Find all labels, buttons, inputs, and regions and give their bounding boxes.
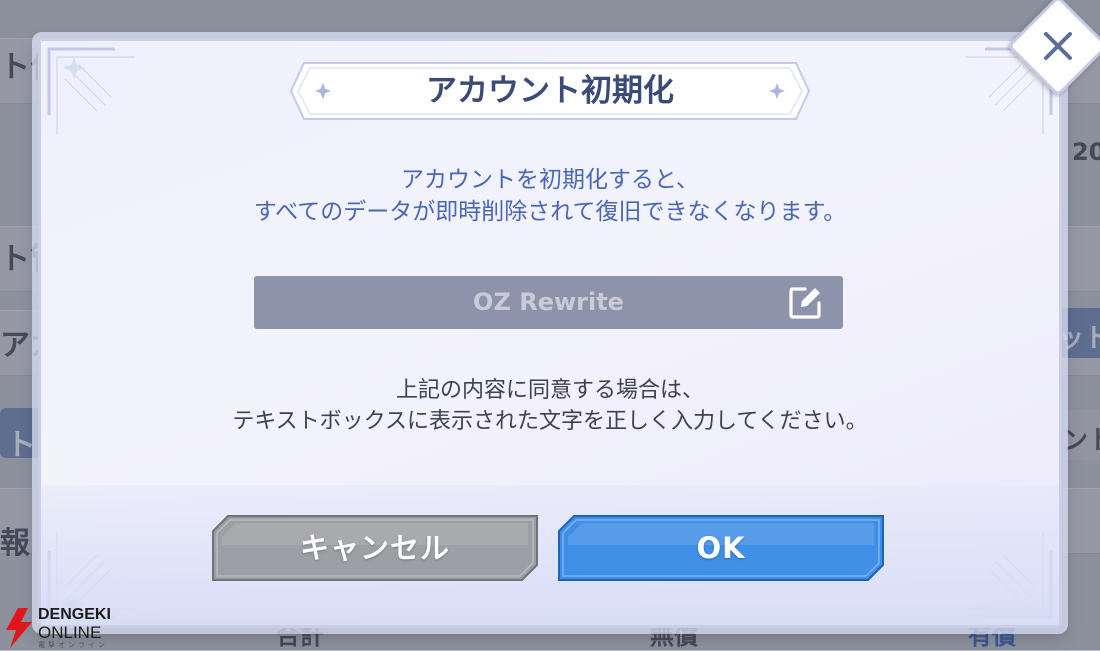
corner-ornament-icon <box>47 531 135 619</box>
instruction-line: テキストボックスに表示された文字を正しく入力してください。 <box>232 409 868 434</box>
instruction-line: 上記の内容に同意する場合は、 <box>395 378 704 403</box>
site-watermark: DENGEKI ONLINE 電撃オンライン <box>0 606 130 650</box>
warning-line: アカウントを初期化すると、 <box>400 167 700 193</box>
dialog-title: アカウント初期化 <box>426 73 674 109</box>
corner-ornament-icon <box>47 47 135 135</box>
watermark-line: ONLINE <box>38 623 102 642</box>
warning-message: アカウントを初期化すると、 すべてのデータが即時削除されて復旧できなくなります。 <box>0 164 1100 228</box>
corner-ornament-icon <box>965 531 1053 619</box>
cancel-button-label: キャンセル <box>299 531 450 565</box>
confirmation-text-field[interactable]: OZ Rewrite <box>254 276 843 329</box>
lightning-logo-icon <box>6 608 32 648</box>
edit-icon[interactable] <box>787 285 823 321</box>
confirmation-text-value: OZ Rewrite <box>473 288 624 316</box>
watermark-line: DENGEKI <box>38 606 111 623</box>
watermark-line: 電撃オンライン <box>38 641 108 649</box>
instruction-message: 上記の内容に同意する場合は、 テキストボックスに表示された文字を正しく入力してく… <box>0 375 1100 437</box>
cancel-button[interactable]: キャンセル <box>212 515 538 581</box>
ok-button[interactable]: OK <box>558 515 884 581</box>
warning-line: すべてのデータが即時削除されて復旧できなくなります。 <box>253 199 847 225</box>
account-reset-dialog <box>38 38 1062 628</box>
ok-button-label: OK <box>696 531 746 565</box>
